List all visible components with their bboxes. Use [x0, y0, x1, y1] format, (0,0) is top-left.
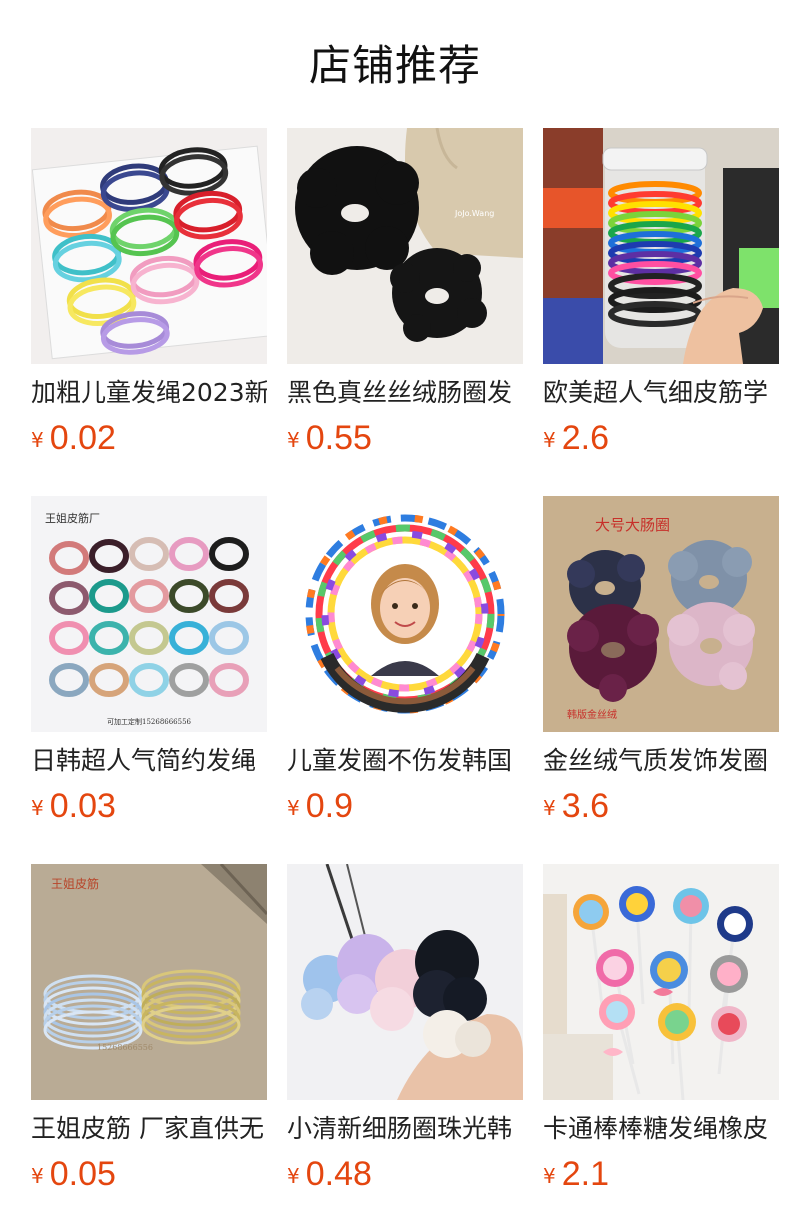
price-value: 2.1	[561, 1155, 609, 1193]
product-price: ¥0.55	[287, 418, 372, 458]
currency-symbol: ¥	[287, 1164, 300, 1188]
product-image[interactable]: 大号大肠圈 韩版金丝绒	[543, 496, 779, 732]
price-value: 3.6	[561, 787, 609, 825]
svg-text:JoJo.Wang: JoJo.Wang	[454, 209, 494, 218]
product-grid: 加粗儿童发绳2023新 ¥0.02 JoJo.Wang 黑色真丝丝绒肠圈发 ¥ …	[31, 128, 790, 1193]
currency-symbol: ¥	[543, 428, 556, 452]
product-name[interactable]: 欧美超人气细皮筋学	[543, 376, 779, 410]
product-name[interactable]: 加粗儿童发绳2023新	[31, 376, 267, 410]
product-image[interactable]	[287, 496, 523, 732]
watermark-text: 王姐皮筋	[51, 876, 99, 891]
product-image[interactable]	[287, 864, 523, 1100]
product-price: ¥0.02	[31, 418, 116, 458]
product-name[interactable]: 黑色真丝丝绒肠圈发	[287, 376, 523, 410]
currency-symbol: ¥	[31, 1164, 44, 1188]
product-image[interactable]: JoJo.Wang	[287, 128, 523, 364]
product-card[interactable]: 儿童发圈不伤发韩国 ¥0.9	[287, 496, 523, 825]
currency-symbol: ¥	[31, 428, 44, 452]
product-image[interactable]: 王姐皮筋厂 可加工定制15268666556	[31, 496, 267, 732]
page-title: 店铺推荐	[308, 41, 481, 90]
currency-symbol: ¥	[543, 796, 556, 820]
currency-symbol: ¥	[31, 796, 44, 820]
currency-symbol: ¥	[287, 428, 300, 452]
price-value: 0.55	[305, 419, 372, 457]
product-price: ¥2.1	[543, 1154, 609, 1194]
price-value: 0.05	[49, 1155, 116, 1193]
product-price: ¥3.6	[543, 786, 609, 826]
watermark-text: 大号大肠圈	[595, 516, 670, 534]
price-value: 0.9	[305, 787, 353, 825]
product-price: ¥2.6	[543, 418, 609, 458]
product-card[interactable]: 王姐皮筋厂 可加工定制15268666556 日韩超人气简约发绳 ¥ 0.03	[31, 496, 267, 825]
price-value: 2.6	[561, 419, 609, 457]
product-card[interactable]: 王姐皮筋 15268666556 王姐皮筋 厂家直供无 ¥ 0.05	[31, 864, 267, 1193]
product-name[interactable]: 小清新细肠圈珠光韩	[287, 1112, 523, 1146]
watermark-text: 韩版金丝绒	[567, 708, 617, 721]
product-name[interactable]: 日韩超人气简约发绳	[31, 744, 267, 778]
product-name[interactable]: 王姐皮筋 厂家直供无	[31, 1112, 267, 1146]
product-price: ¥0.9	[287, 786, 353, 826]
watermark-text: 可加工定制15268666556	[107, 717, 192, 726]
product-price: ¥0.03	[31, 786, 116, 826]
currency-symbol: ¥	[287, 796, 300, 820]
price-value: 0.03	[49, 787, 116, 825]
product-name[interactable]: 儿童发圈不伤发韩国	[287, 744, 523, 778]
product-name[interactable]: 卡通棒棒糖发绳橡皮	[543, 1112, 779, 1146]
price-value: 0.48	[305, 1155, 372, 1193]
product-card[interactable]: 欧美超人气细皮筋学 ¥2.6	[543, 128, 779, 457]
product-image[interactable]	[543, 864, 779, 1100]
product-card[interactable]: 小清新细肠圈珠光韩 ¥0.48	[287, 864, 523, 1193]
product-name[interactable]: 金丝绒气质发饰发圈	[543, 744, 779, 778]
product-image[interactable]	[31, 128, 267, 364]
product-card[interactable]: JoJo.Wang 黑色真丝丝绒肠圈发 ¥0.55	[287, 128, 523, 457]
product-price: ¥0.05	[31, 1154, 116, 1194]
watermark-text: 15268666556	[97, 1043, 153, 1052]
currency-symbol: ¥	[543, 1164, 556, 1188]
product-card[interactable]: 卡通棒棒糖发绳橡皮 ¥2.1	[543, 864, 779, 1193]
product-card[interactable]: 加粗儿童发绳2023新 ¥0.02	[31, 128, 267, 457]
price-value: 0.02	[49, 419, 116, 457]
product-image[interactable]: 王姐皮筋 15268666556	[31, 864, 267, 1100]
product-image[interactable]	[543, 128, 779, 364]
watermark-text: 王姐皮筋厂	[45, 511, 100, 525]
product-price: ¥0.48	[287, 1154, 372, 1194]
product-card[interactable]: 大号大肠圈 韩版金丝绒 金丝绒气质发饰发圈 ¥ 3.6	[543, 496, 779, 825]
